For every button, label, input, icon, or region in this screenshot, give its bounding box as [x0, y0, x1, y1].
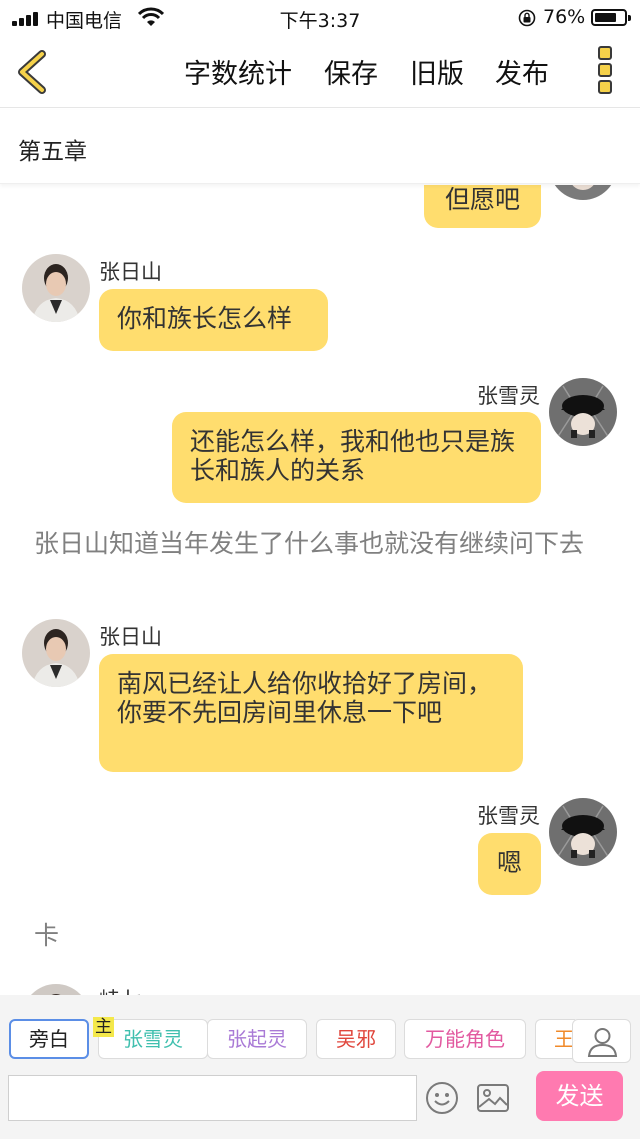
speaker-name: 张日山	[99, 260, 162, 284]
composer-panel: 旁白 张雪灵 主 张起灵 吴邪 万能角色 王 发送	[0, 995, 640, 1139]
role-chip-wu-xie[interactable]: 吴邪	[316, 1019, 396, 1059]
status-bar: 中国电信 下午3:37 76%	[0, 0, 640, 36]
message-bubble[interactable]: 南风已经让人给你收拾好了房间，你要不先回房间里休息一下吧	[99, 654, 523, 772]
word-count-button[interactable]: 字数统计	[184, 52, 292, 91]
send-button[interactable]: 发送	[536, 1071, 623, 1121]
narration-text[interactable]: 张日山知道当年发生了什么事也就没有继续问下去	[34, 530, 604, 558]
editor-toolbar: 字数统计 保存 旧版 发布	[0, 36, 640, 108]
main-character-badge: 主	[93, 1017, 114, 1037]
message-bubble[interactable]: 嗯	[478, 833, 541, 895]
avatar-zhang-rishan	[22, 619, 90, 687]
battery-percent: 76%	[543, 6, 586, 28]
message-text: 但愿吧	[444, 185, 520, 214]
avatar-speaker	[22, 984, 90, 995]
old-version-button[interactable]: 旧版	[410, 52, 464, 91]
speaker-name: 张雪灵	[477, 804, 540, 828]
emoji-icon[interactable]	[425, 1081, 459, 1115]
chapter-title[interactable]: 第五章	[18, 132, 87, 166]
chapter-header: 第五章	[0, 110, 640, 184]
speaker-name: 张日山	[99, 625, 162, 649]
role-chip-zhang-qiling[interactable]: 张起灵	[207, 1019, 307, 1059]
message-text: 南风已经让人给你收拾好了房间，你要不先回房间里休息一下吧	[117, 669, 493, 727]
role-chip-zhang-xueling[interactable]: 张雪灵	[98, 1019, 208, 1059]
message-bubble[interactable]: 还能怎么样，我和他也只是族长和族人的关系	[172, 412, 541, 503]
message-text: 还能怎么样，我和他也只是族长和族人的关系	[190, 427, 516, 485]
back-arrow-icon[interactable]	[14, 50, 50, 94]
more-options-icon[interactable]	[595, 46, 615, 96]
publish-button[interactable]: 发布	[495, 52, 549, 91]
narration-text[interactable]: 卡	[34, 922, 59, 950]
message-text: 嗯	[496, 848, 522, 877]
image-icon[interactable]	[476, 1081, 510, 1115]
message-input[interactable]	[8, 1075, 417, 1121]
role-chip-wang[interactable]: 王	[535, 1019, 575, 1059]
chat-area[interactable]: 但愿吧 张日山 你和族长怎么样 张雪灵 还能怎么样，我和他也只是族长和族人的关系…	[0, 185, 640, 995]
role-chip-universal[interactable]: 万能角色	[404, 1019, 526, 1059]
save-button[interactable]: 保存	[324, 52, 378, 91]
role-chip-narrator[interactable]: 旁白	[9, 1019, 89, 1059]
message-bubble[interactable]: 但愿吧	[424, 185, 541, 228]
speaker-name: 峙七	[99, 984, 141, 995]
message-bubble[interactable]: 你和族长怎么样	[99, 289, 328, 351]
avatar-zhang-xueling	[549, 798, 617, 866]
message-text: 你和族长怎么样	[117, 304, 293, 333]
speaker-name: 张雪灵	[477, 384, 540, 408]
avatar-zhang-xueling	[549, 378, 617, 446]
battery-icon	[591, 9, 631, 26]
character-manage-button[interactable]	[572, 1019, 631, 1063]
avatar-zhang-rishan	[22, 254, 90, 322]
orientation-lock-icon	[518, 9, 536, 27]
avatar-zhang-xueling	[549, 185, 617, 200]
person-icon	[587, 1028, 618, 1057]
